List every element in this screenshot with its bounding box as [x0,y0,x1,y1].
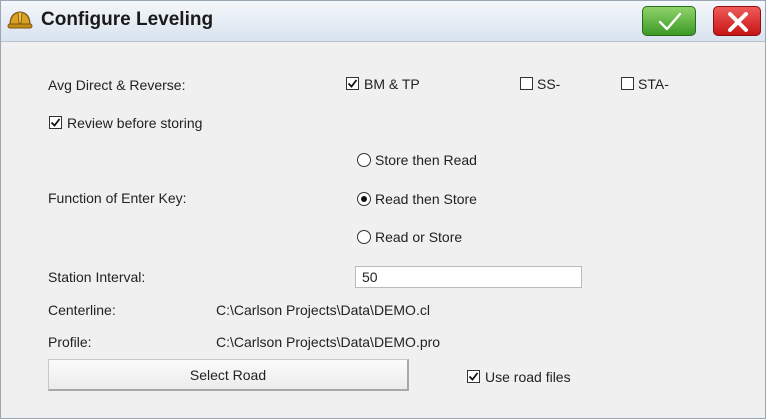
configure-leveling-dialog: Configure Leveling Avg Direct & Reverse:… [0,0,766,419]
close-button[interactable] [713,6,761,36]
checkmark-icon [658,12,682,31]
read-then-store-label[interactable]: Read then Store [375,191,477,207]
function-of-enter-key-label: Function of Enter Key: [48,190,187,206]
x-icon [728,12,748,32]
station-interval-label: Station Interval: [48,269,146,285]
use-road-files-label[interactable]: Use road files [485,369,571,385]
profile-path: C:\Carlson Projects\Data\DEMO.pro [216,334,441,350]
ok-button[interactable] [642,6,696,36]
review-before-storing-checkbox[interactable] [49,116,62,129]
sta-checkbox[interactable] [621,77,634,90]
select-road-button[interactable]: Select Road [48,359,409,391]
read-or-store-label[interactable]: Read or Store [375,229,462,245]
centerline-label: Centerline: [48,302,116,318]
ss-label[interactable]: SS- [537,76,560,92]
bm-tp-label[interactable]: BM & TP [364,76,420,92]
radio-selected-dot [360,195,367,202]
store-then-read-label[interactable]: Store then Read [375,152,477,168]
profile-label: Profile: [48,334,92,350]
ss-checkbox[interactable] [520,77,533,90]
avg-direct-reverse-label: Avg Direct & Reverse: [48,77,186,93]
radio-read-or-store[interactable] [357,230,371,244]
window-title: Configure Leveling [41,9,214,30]
sta-label[interactable]: STA- [638,76,669,92]
bm-tp-checkbox[interactable] [346,77,359,90]
centerline-path: C:\Carlson Projects\Data\DEMO.cl [216,302,430,318]
review-before-storing-label[interactable]: Review before storing [67,115,202,131]
station-interval-input[interactable] [355,266,582,288]
hard-hat-icon [7,8,33,32]
use-road-files-checkbox[interactable] [467,370,480,383]
title-bar: Configure Leveling [1,1,765,42]
radio-read-then-store[interactable] [357,192,371,206]
radio-store-then-read[interactable] [357,153,371,167]
